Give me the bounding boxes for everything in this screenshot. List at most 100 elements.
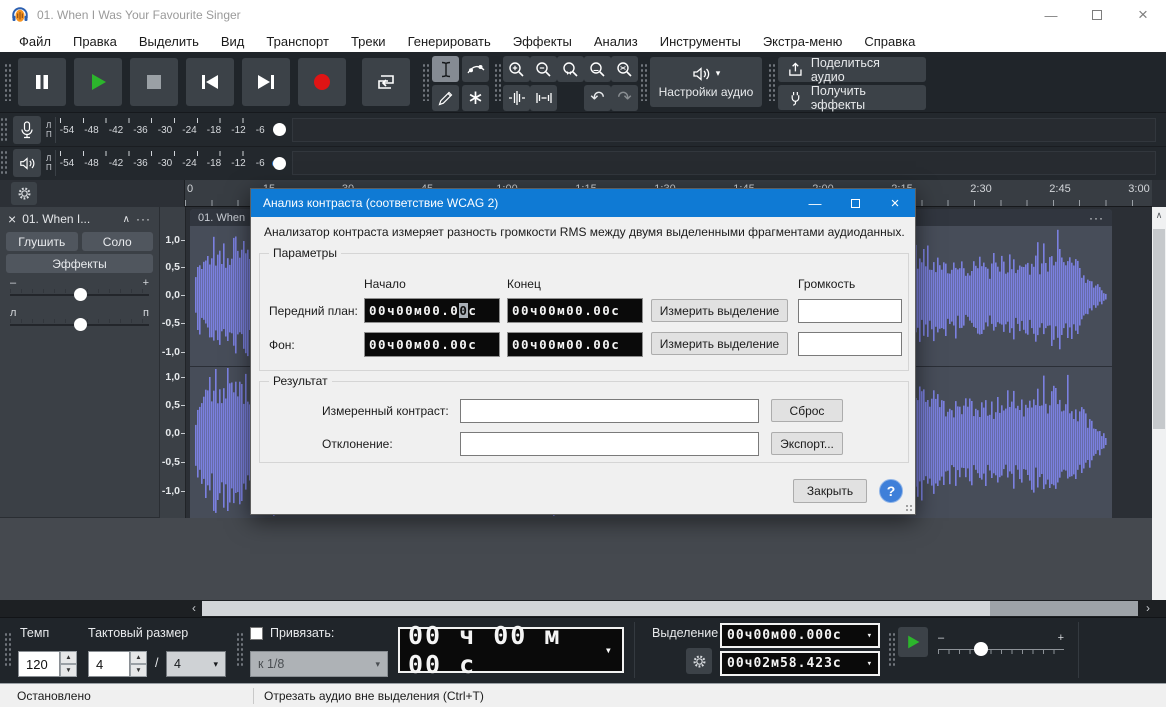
dialog-resize-grip[interactable] [905,504,913,512]
dialog-close-action-button[interactable]: Закрыть [793,479,867,503]
scroll-right-arrow[interactable]: › [1140,600,1156,617]
time-display[interactable]: 00 ч 00 м 00 с ▾ [398,627,624,673]
help-button[interactable]: ? [879,479,903,503]
vertical-scale-ruler[interactable]: 1,0 0,5 0,0 -0,5 -1,0 1,0 0,5 0,0 -0,5 -… [160,207,186,518]
reset-button[interactable]: Сброс [771,399,843,422]
recording-meter-grip[interactable] [0,117,7,143]
envelope-tool-button[interactable] [462,56,489,82]
playback-meter-scale[interactable]: -54-48-42-36-30-24-18-12-6 [55,150,267,176]
zoom-fit-button[interactable] [584,56,611,82]
audio-setup-grip[interactable] [640,63,647,101]
record-button[interactable] [298,58,346,106]
menu-analyze[interactable]: Анализ [583,32,649,51]
recording-meter-scale[interactable]: -54-48-42-36-30-24-18-12-6 [55,117,267,143]
time-signature-lower-select[interactable]: 4 ▾ [166,651,226,677]
menu-help[interactable]: Справка [853,32,926,51]
selection-end-field[interactable]: 00ч02м58.423с ▾ [720,651,880,676]
timesig-up-button[interactable]: ▲ [130,651,147,664]
background-end-field[interactable]: 00ч00м00.00с [507,332,643,357]
tempo-up-button[interactable]: ▲ [60,651,77,664]
menu-select[interactable]: Выделить [128,32,210,51]
multi-tool-button[interactable]: ∗ [462,85,489,111]
microphone-button[interactable] [13,116,41,144]
export-button[interactable]: Экспорт... [771,432,843,455]
skip-to-start-button[interactable] [186,58,234,106]
menu-view[interactable]: Вид [210,32,256,51]
zoom-selection-button[interactable] [557,56,584,82]
solo-button[interactable]: Соло [82,232,154,251]
dialog-close-button[interactable]: × [875,189,915,217]
loop-button[interactable] [362,58,410,106]
foreground-volume-field[interactable] [798,299,902,323]
skip-to-end-button[interactable] [242,58,290,106]
scroll-up-arrow[interactable]: ∧ [1152,207,1166,221]
playback-speaker-button[interactable] [13,149,41,177]
background-volume-field[interactable] [798,332,902,356]
vertical-scrollbar[interactable]: ∧ [1152,207,1166,600]
vertical-scroll-thumb[interactable] [1153,229,1165,429]
snap-toolbar-grip[interactable] [236,632,243,668]
selection-options-button[interactable] [686,648,712,674]
pan-slider-thumb[interactable] [74,318,87,331]
transport-toolbar-grip[interactable] [4,63,11,101]
measure-foreground-button[interactable]: Измерить выделение [651,299,788,322]
zoom-out-button[interactable] [530,56,557,82]
pan-slider[interactable]: л п [10,307,149,333]
dialog-maximize-button[interactable] [835,189,875,217]
dialog-title-bar[interactable]: Анализ контраста (соответствие WCAG 2) —… [251,189,915,217]
clip-menu-button[interactable]: ··· [1089,211,1104,225]
playback-meter-grip[interactable] [0,150,7,176]
edit-toolbar-grip[interactable] [494,63,501,101]
timesig-down-button[interactable]: ▼ [130,664,147,677]
window-minimize-button[interactable]: — [1028,0,1074,30]
menu-transport[interactable]: Транспорт [255,32,340,51]
playback-speed-slider[interactable]: – + [938,640,1064,660]
measured-contrast-field[interactable] [460,399,759,423]
stop-button[interactable] [130,58,178,106]
measure-background-button[interactable]: Измерить выделение [651,332,788,355]
track-menu-button[interactable]: ··· [136,212,151,226]
playback-volume-slider[interactable] [273,157,286,170]
menu-generate[interactable]: Генерировать [397,32,502,51]
gain-slider-thumb[interactable] [74,288,87,301]
foreground-end-field[interactable]: 00ч00м00.00с [507,298,643,323]
dialog-minimize-button[interactable]: — [795,189,835,217]
track-close-button[interactable]: × [8,211,16,227]
get-effects-button[interactable]: Получить эффекты [778,85,926,110]
effects-button[interactable]: Эффекты [6,254,153,273]
scroll-left-arrow[interactable]: ‹ [186,600,202,617]
menu-tracks[interactable]: Треки [340,32,397,51]
gain-slider[interactable]: – + [10,277,149,303]
share-toolbar-grip[interactable] [768,63,775,101]
menu-extra[interactable]: Экстра-меню [752,32,854,51]
timeline-options-button[interactable] [11,182,37,205]
menu-effects[interactable]: Эффекты [502,32,583,51]
snap-select[interactable]: к 1/8 ▾ [250,651,388,677]
menu-file[interactable]: Файл [8,32,62,51]
menu-edit[interactable]: Правка [62,32,128,51]
tools-toolbar-grip[interactable] [422,63,429,101]
foreground-start-field[interactable]: 00ч00м00.00с [364,298,500,323]
speed-slider-thumb[interactable] [974,642,988,656]
trim-audio-button[interactable] [503,85,530,111]
selection-tool-button[interactable] [432,56,459,82]
menu-tools[interactable]: Инструменты [649,32,752,51]
track-title[interactable]: 01. When I... [22,212,116,226]
share-audio-button[interactable]: Поделиться аудио [778,57,926,82]
zoom-toggle-button[interactable] [611,56,638,82]
play-button[interactable] [74,58,122,106]
window-maximize-button[interactable] [1074,0,1120,30]
selection-start-field[interactable]: 00ч00м00.000с ▾ [720,623,880,648]
background-start-field[interactable]: 00ч00м00.00с [364,332,500,357]
mute-button[interactable]: Глушить [6,232,78,251]
tempo-down-button[interactable]: ▼ [60,664,77,677]
track-collapse-button[interactable]: ∧ [123,214,130,225]
tempo-value[interactable]: 120 [18,651,60,677]
pause-button[interactable] [18,58,66,106]
undo-button[interactable]: ↶ [584,85,611,111]
draw-tool-button[interactable] [432,85,459,111]
silence-audio-button[interactable] [530,85,557,111]
window-close-button[interactable]: × [1120,0,1166,30]
redo-button[interactable]: ↷ [611,85,638,111]
recording-volume-slider[interactable] [273,123,286,136]
